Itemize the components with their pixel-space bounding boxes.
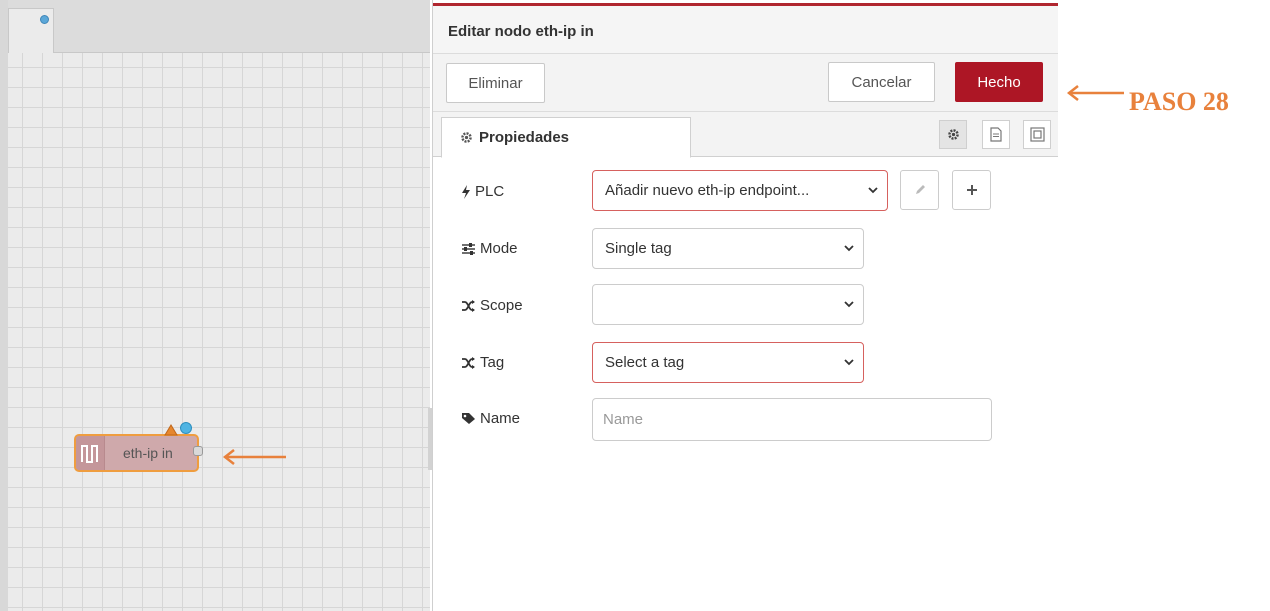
tab-properties-label: Propiedades — [479, 129, 570, 146]
name-input-placeholder: Name — [603, 411, 644, 428]
mode-label: Mode — [480, 240, 518, 257]
tag-label-row: Tag — [461, 354, 504, 371]
name-label-row: Name — [461, 410, 520, 427]
delete-button[interactable]: Eliminar — [446, 63, 545, 103]
pencil-icon — [915, 185, 925, 194]
edit-tray: Editar nodo eth-ip in Eliminar Cancelar … — [432, 0, 1058, 611]
gear-icon — [947, 129, 959, 140]
node-changed-dot — [180, 422, 192, 434]
name-input[interactable]: Name — [592, 398, 992, 441]
shuffle-icon — [462, 356, 475, 369]
mode-select-value: Single tag — [605, 240, 672, 257]
plc-label: PLC — [475, 183, 505, 200]
tab-properties[interactable]: Propiedades — [441, 117, 691, 158]
mode-select[interactable]: Single tag — [592, 228, 864, 269]
name-label: Name — [480, 410, 521, 427]
document-icon — [990, 127, 1002, 142]
tray-title: Editar nodo eth-ip in — [448, 23, 594, 40]
node-label: eth-ip in — [123, 445, 173, 461]
shuffle-icon — [462, 299, 475, 312]
tab-bar-line — [54, 52, 430, 53]
tab-node-properties[interactable] — [939, 120, 967, 149]
tab-description[interactable] — [982, 120, 1010, 149]
node-output-port[interactable] — [193, 446, 203, 456]
cancel-button[interactable]: Cancelar — [828, 62, 935, 102]
flow-tab-changed-dot — [40, 15, 49, 24]
left-arrow-icon — [1066, 85, 1124, 101]
canvas-edge — [0, 0, 8, 611]
chevron-down-icon — [844, 301, 854, 308]
mode-label-row: Mode — [461, 240, 518, 257]
plc-select-value: Añadir nuevo eth-ip endpoint... — [605, 182, 810, 199]
scope-select[interactable] — [592, 284, 864, 325]
frame-icon — [1029, 127, 1045, 142]
sliders-icon — [462, 242, 475, 255]
tray-header: Editar nodo eth-ip in — [433, 6, 1058, 54]
tag-label: Tag — [480, 354, 505, 371]
chevron-down-icon — [844, 359, 854, 366]
done-button[interactable]: Hecho — [955, 62, 1043, 102]
flow-canvas[interactable]: eth-ip in — [0, 0, 430, 611]
flow-tab[interactable] — [8, 8, 54, 53]
add-plc-button[interactable] — [952, 170, 991, 210]
chevron-down-icon — [868, 187, 878, 194]
step-annotation: PASO 28 — [1129, 87, 1229, 116]
tray-tabs: Propiedades — [433, 112, 1058, 158]
bolt-icon — [462, 184, 470, 199]
chevron-down-icon — [844, 245, 854, 252]
tab-appearance[interactable] — [1023, 120, 1051, 149]
eth-ip-in-node[interactable]: eth-ip in — [74, 434, 199, 472]
edit-plc-button[interactable] — [900, 170, 939, 210]
tag-select[interactable]: Select a tag — [592, 342, 864, 383]
workspace-grid[interactable] — [8, 53, 430, 611]
warning-triangle-icon — [164, 424, 178, 436]
tray-toolbar: Eliminar Cancelar Hecho — [433, 54, 1058, 112]
plus-icon — [966, 185, 977, 195]
tag-select-value: Select a tag — [605, 354, 685, 371]
pulse-icon — [76, 436, 105, 470]
plc-label-row: PLC — [461, 183, 504, 200]
plc-select[interactable]: Añadir nuevo eth-ip endpoint... — [592, 170, 888, 211]
tag-icon — [462, 413, 475, 424]
scope-label: Scope — [480, 297, 523, 314]
scope-label-row: Scope — [461, 297, 523, 314]
gear-icon — [461, 132, 472, 143]
left-arrow-icon — [222, 449, 286, 465]
